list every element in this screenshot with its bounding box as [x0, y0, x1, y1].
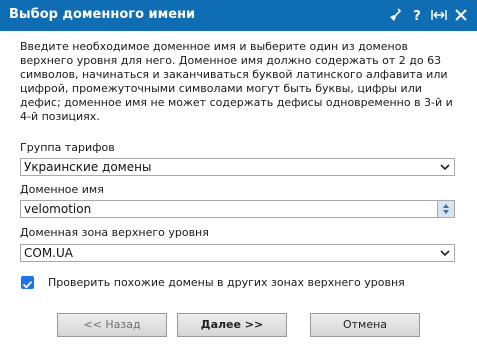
check-similar-label[interactable]: Проверить похожие домены в других зонах … — [48, 276, 405, 290]
next-button[interactable]: Далее >> — [177, 313, 287, 337]
back-button[interactable]: << Назад — [57, 313, 167, 337]
checkmark-icon — [22, 280, 33, 289]
dialog-title: Выбор доменного имени — [9, 7, 196, 22]
sort-arrows-icon — [443, 204, 449, 214]
check-similar-checkbox[interactable] — [21, 276, 34, 289]
titlebar-icons: ? — [387, 6, 469, 24]
chevron-down-icon — [440, 250, 450, 257]
tariff-group-select[interactable]: Украинские домены — [20, 158, 455, 176]
svg-text:?: ? — [413, 9, 421, 23]
dialog-titlebar: Выбор доменного имени ? — [0, 0, 477, 31]
broom-icon[interactable] — [387, 7, 403, 23]
domain-name-label: Доменное имя — [20, 183, 104, 196]
domain-name-value: velomotion — [24, 202, 92, 216]
tld-zone-label: Доменная зона верхнего уровня — [20, 226, 209, 239]
help-icon[interactable]: ? — [409, 7, 425, 23]
tld-zone-value: COM.UA — [24, 246, 73, 260]
dialog-content: Введите необходимое доменное имя и выбер… — [20, 40, 460, 124]
tariff-group-value: Украинские домены — [24, 160, 152, 174]
domain-name-spinner[interactable] — [437, 201, 454, 217]
resize-icon[interactable] — [431, 7, 447, 23]
instructions-text: Введите необходимое доменное имя и выбер… — [20, 40, 453, 123]
domain-name-input[interactable]: velomotion — [20, 200, 455, 218]
tariff-group-label: Группа тарифов — [20, 141, 115, 154]
tld-zone-select[interactable]: COM.UA — [20, 244, 455, 262]
chevron-down-icon — [440, 164, 450, 171]
domain-selection-dialog: Выбор доменного имени ? Введите необходи… — [0, 0, 477, 346]
cancel-button[interactable]: Отмена — [310, 313, 420, 337]
close-icon[interactable] — [453, 7, 469, 23]
